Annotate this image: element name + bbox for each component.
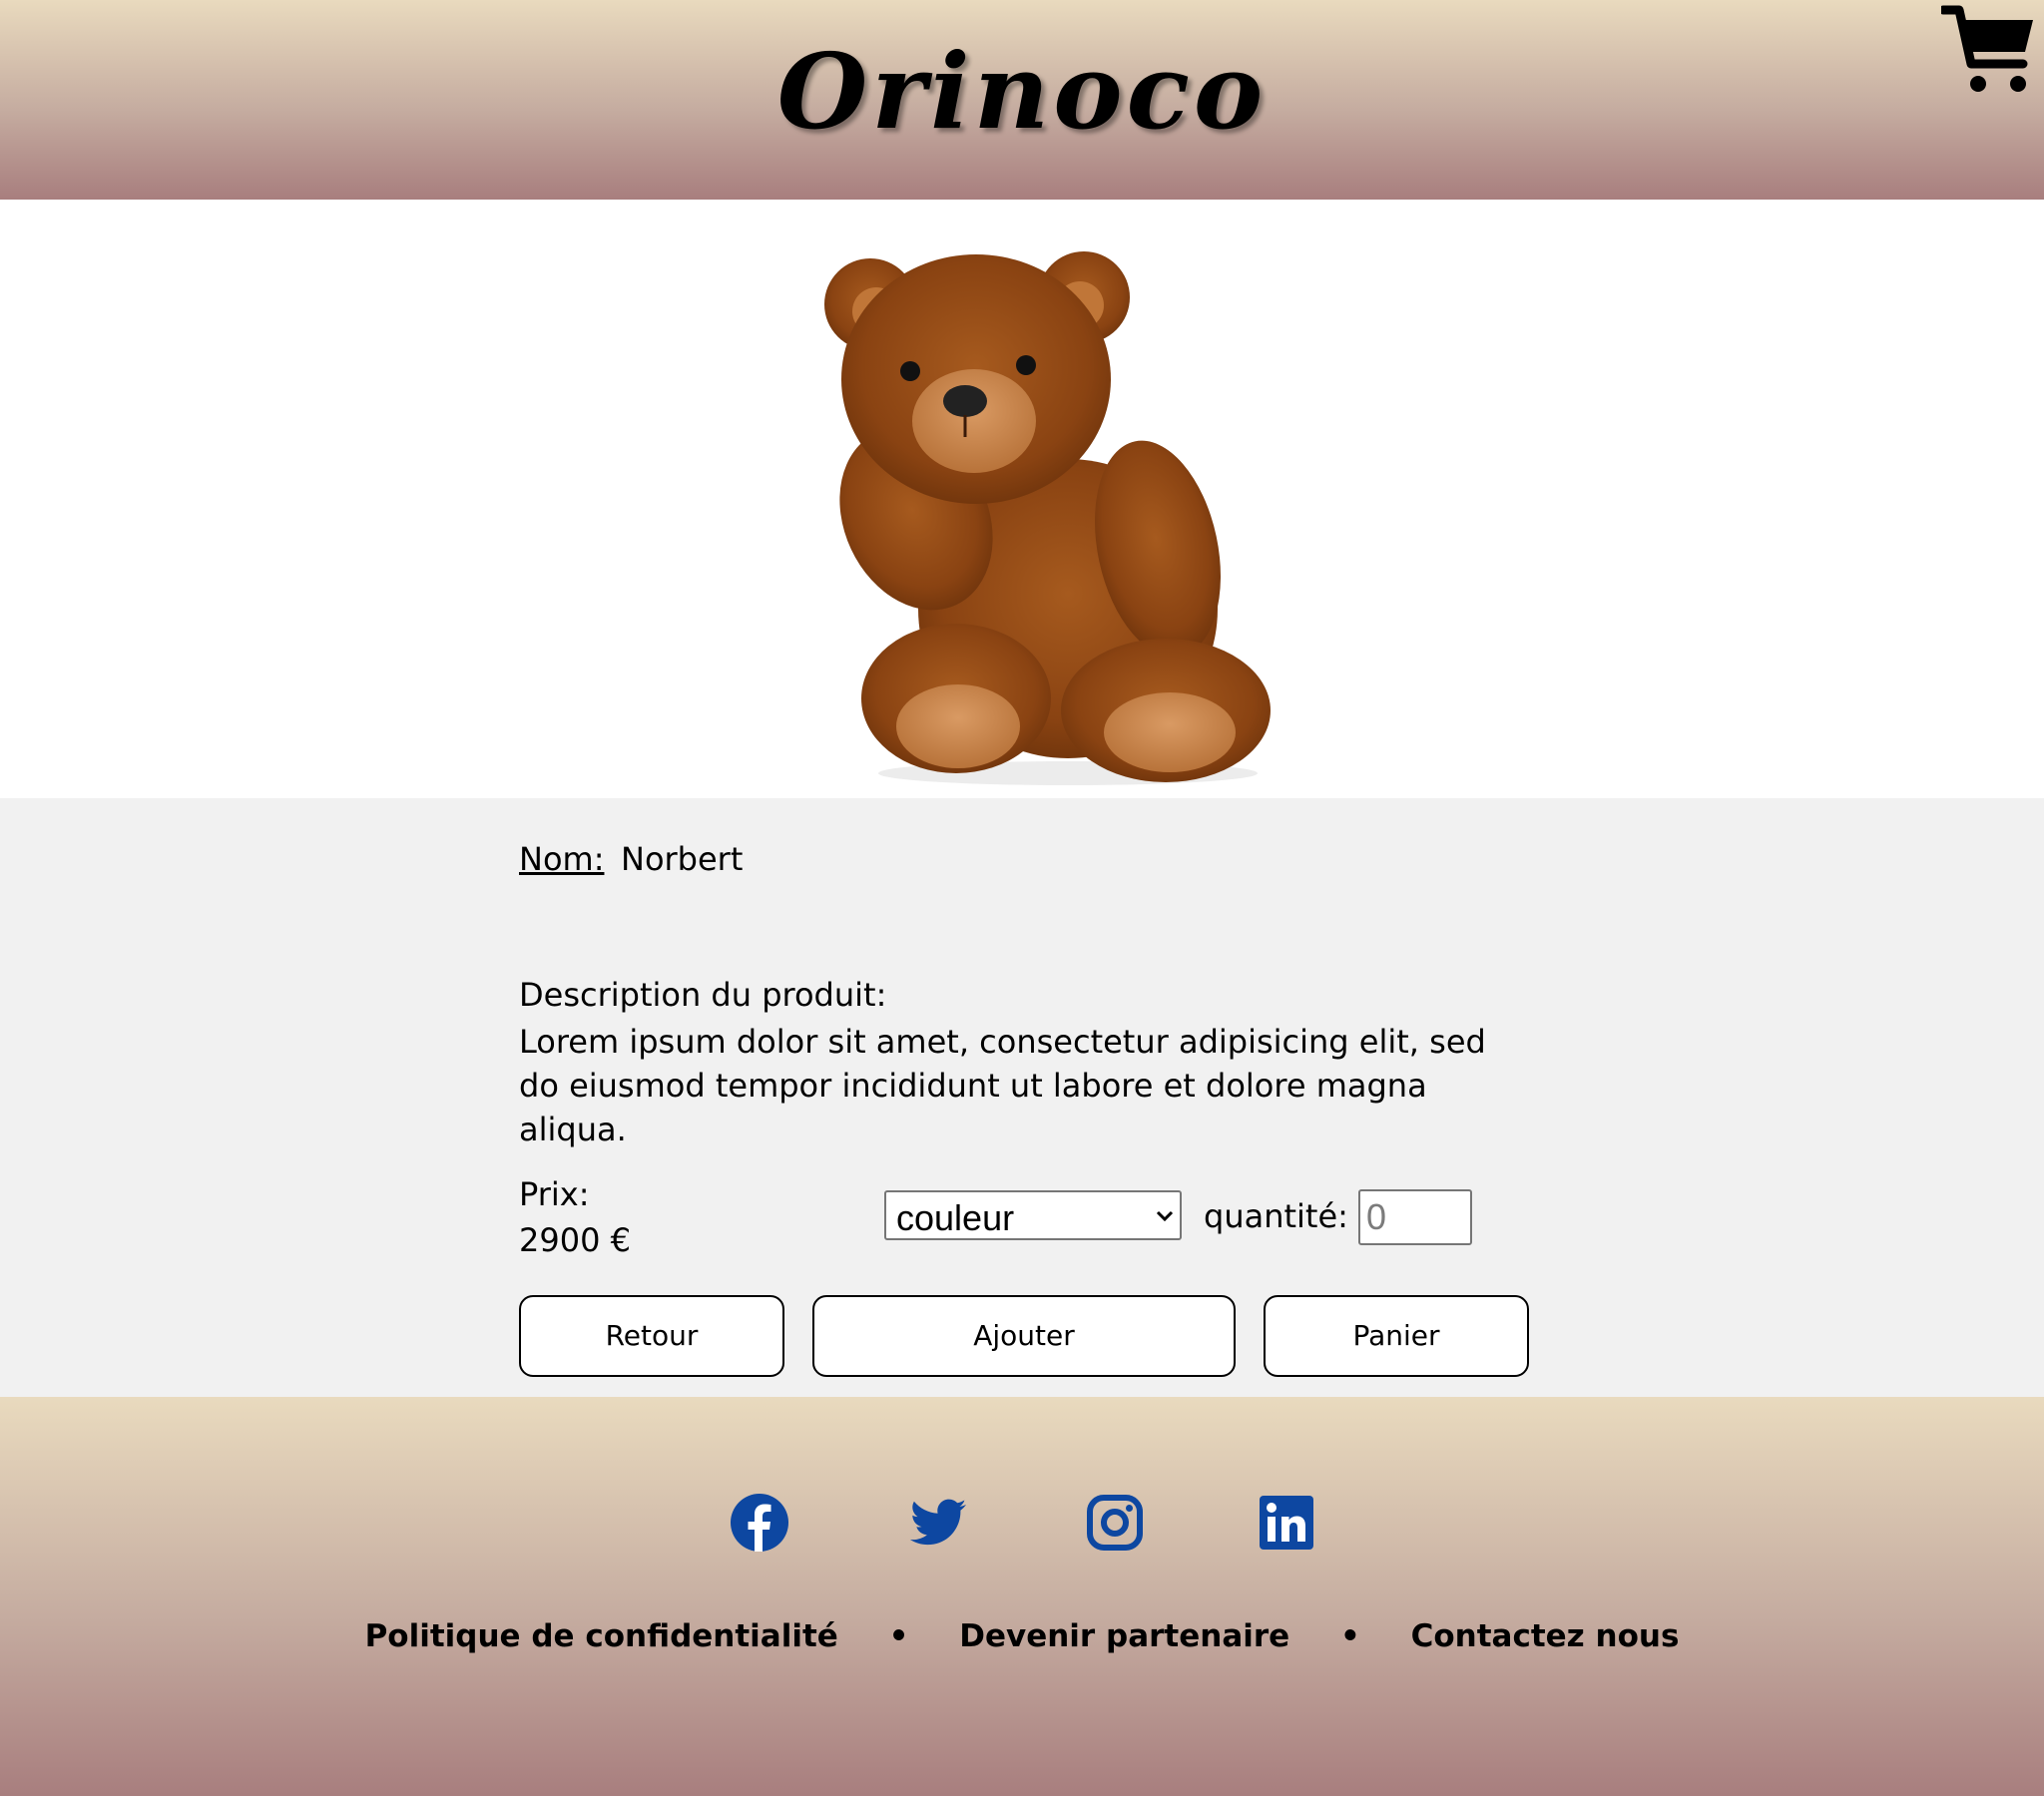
- footer-links: Politique de confidentialité • Devenir p…: [0, 1618, 2044, 1654]
- site-footer: Politique de confidentialité • Devenir p…: [0, 1397, 2044, 1796]
- cart-button[interactable]: Panier: [1264, 1295, 1529, 1377]
- teddy-bear-photo: [798, 249, 1317, 788]
- chevron-down-icon: [1156, 1210, 1174, 1222]
- add-to-cart-button[interactable]: Ajouter: [812, 1295, 1236, 1377]
- site-header: Orinoco: [0, 0, 2044, 200]
- twitter-icon[interactable]: [908, 1493, 968, 1553]
- price-label: Prix:: [519, 1175, 590, 1213]
- become-partner-link[interactable]: Devenir partenaire: [959, 1618, 1289, 1654]
- product-image-section: [0, 200, 2044, 798]
- color-select-value: couleur: [896, 1197, 1015, 1238]
- facebook-icon[interactable]: [730, 1493, 789, 1553]
- link-separator: •: [888, 1618, 909, 1654]
- color-select[interactable]: couleur: [884, 1190, 1182, 1240]
- product-price: 2900 €: [519, 1221, 631, 1259]
- linkedin-icon[interactable]: [1257, 1493, 1316, 1553]
- shopping-cart-icon[interactable]: [1938, 4, 2037, 96]
- privacy-policy-link[interactable]: Politique de confidentialité: [365, 1618, 838, 1654]
- product-info-section: Nom: Norbert Description du produit: Lor…: [0, 798, 2044, 1397]
- product-description: Lorem ipsum dolor sit amet, consectetur …: [519, 1023, 1486, 1148]
- quantity-label: quantité:: [1204, 1197, 1348, 1235]
- brand-logo[interactable]: Orinoco: [0, 30, 2044, 153]
- description-label: Description du produit:: [519, 976, 887, 1014]
- product-name: Norbert: [621, 840, 744, 878]
- instagram-icon[interactable]: [1085, 1493, 1145, 1553]
- back-button[interactable]: Retour: [519, 1295, 784, 1377]
- name-label: Nom:: [519, 840, 605, 878]
- quantity-input[interactable]: [1358, 1189, 1472, 1245]
- contact-us-link[interactable]: Contactez nous: [1411, 1618, 1680, 1654]
- link-separator: •: [1339, 1618, 1360, 1654]
